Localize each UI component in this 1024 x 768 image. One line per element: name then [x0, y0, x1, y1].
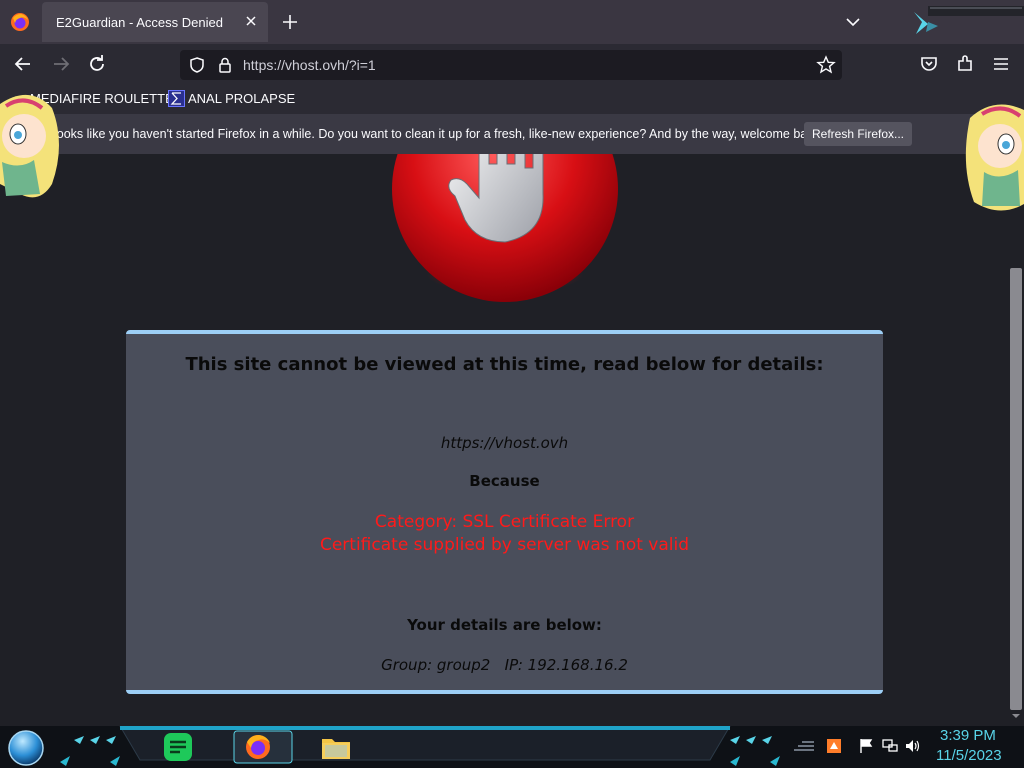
hamburger-menu-icon[interactable]	[990, 53, 1012, 75]
page-content: This site cannot be viewed at this time,…	[0, 154, 1008, 726]
tab-active[interactable]: E2Guardian - Access Denied	[42, 2, 268, 42]
access-denied-panel: This site cannot be viewed at this time,…	[126, 330, 883, 694]
lock-icon[interactable]	[216, 56, 234, 74]
taskbar-decoration	[60, 726, 780, 766]
details-heading: Your details are below:	[407, 616, 602, 634]
taskbar: 3:39 PM 11/5/2023	[0, 726, 1024, 768]
url-text[interactable]: https://vhost.ovh/?i=1	[243, 57, 376, 73]
navigation-toolbar: https://vhost.ovh/?i=1	[0, 44, 1024, 84]
volume-icon[interactable]	[905, 738, 921, 754]
network-icon[interactable]	[882, 738, 898, 754]
bookmark-star-icon[interactable]	[816, 55, 836, 75]
notes-app-icon[interactable]	[162, 731, 194, 763]
bookmarks-toolbar: MEDIAFIRE ROULETTER ANAL PROLAPSE	[0, 84, 1024, 114]
theme-character-left	[0, 94, 59, 198]
pocket-icon[interactable]	[918, 53, 940, 75]
tab-title: E2Guardian - Access Denied	[56, 15, 223, 30]
reload-icon[interactable]	[86, 53, 108, 75]
block-reason: Certificate supplied by server was not v…	[319, 535, 690, 555]
clock-time[interactable]: 3:39 PM	[940, 727, 996, 744]
tracking-protection-shield-icon[interactable]	[188, 56, 206, 74]
refresh-firefox-button[interactable]: Refresh Firefox...	[804, 122, 912, 146]
firefox-taskbar-icon[interactable]	[233, 730, 293, 764]
notification-message: looks like you haven't started Firefox i…	[54, 127, 824, 141]
theme-decoration	[914, 6, 1024, 34]
address-bar[interactable]: https://vhost.ovh/?i=1	[180, 50, 842, 80]
start-button[interactable]	[7, 729, 45, 767]
user-details: Group: group2 IP: 192.168.16.2	[381, 656, 628, 674]
vertical-scrollbar[interactable]	[1008, 154, 1024, 726]
notification-bar: looks like you haven't started Firefox i…	[0, 114, 1024, 154]
file-explorer-icon[interactable]	[320, 731, 352, 763]
firefox-icon	[11, 13, 29, 31]
new-tab-icon[interactable]	[280, 12, 300, 32]
app-tray-icon[interactable]	[826, 738, 842, 754]
tab-strip: E2Guardian - Access Denied	[0, 0, 1024, 44]
blocked-url: https://vhost.ovh	[440, 434, 569, 452]
page-title: This site cannot be viewed at this time,…	[185, 354, 824, 375]
because-label: Because	[469, 472, 540, 490]
extensions-puzzle-icon[interactable]	[954, 53, 976, 75]
clock-date[interactable]: 11/5/2023	[936, 747, 1002, 764]
stop-hand-icon	[392, 154, 618, 302]
scrollbar-thumb[interactable]	[1010, 268, 1022, 710]
close-icon[interactable]	[244, 14, 258, 28]
forward-arrow-icon[interactable]	[50, 53, 72, 75]
bookmark-item[interactable]: ANAL PROLAPSE	[188, 91, 295, 106]
theme-character-right	[965, 104, 1024, 211]
block-category: Category: SSL Certificate Error	[374, 512, 635, 532]
show-hidden-icons[interactable]	[792, 738, 816, 754]
scroll-down-arrow-icon[interactable]	[1012, 712, 1020, 720]
flag-icon[interactable]	[858, 738, 874, 754]
back-arrow-icon[interactable]	[12, 53, 34, 75]
chevron-down-icon[interactable]	[845, 14, 861, 30]
sigma-icon	[168, 90, 185, 107]
